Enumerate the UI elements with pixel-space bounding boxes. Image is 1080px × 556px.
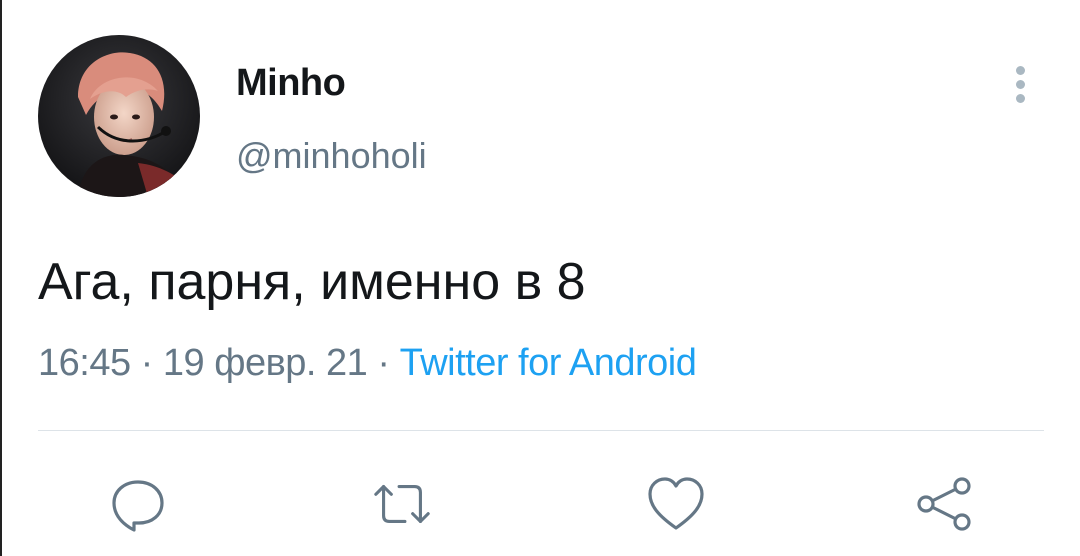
tweet-time: 16:45 — [38, 342, 131, 384]
dot — [1016, 80, 1025, 89]
retweet-icon — [374, 484, 430, 524]
window-edge — [0, 0, 2, 556]
like-icon — [648, 477, 704, 530]
reply-button[interactable] — [106, 472, 170, 536]
tweet-meta: 16:45 · 19 февр. 21 · Twitter for Androi… — [38, 342, 697, 385]
tweet-source-link[interactable]: Twitter for Android — [400, 342, 697, 384]
avatar-image — [38, 35, 200, 197]
meta-separator: · — [130, 342, 163, 384]
like-button[interactable] — [644, 472, 708, 536]
dot — [1016, 94, 1025, 103]
divider — [38, 430, 1044, 431]
dot — [1016, 66, 1025, 75]
share-button[interactable] — [912, 472, 976, 536]
user-handle[interactable]: @minhoholi — [236, 135, 427, 177]
more-options-icon[interactable] — [1004, 62, 1038, 106]
share-icon — [917, 477, 971, 531]
tweet-date: 19 февр. 21 — [162, 342, 368, 384]
retweet-button[interactable] — [370, 472, 434, 536]
avatar[interactable] — [38, 35, 200, 197]
display-name[interactable]: Minho — [236, 62, 346, 105]
reply-icon — [112, 480, 164, 532]
tweet-text: Ага, парня, именно в 8 — [38, 253, 586, 311]
meta-separator: · — [367, 342, 400, 384]
tweet-card: Minho @minhoholi Ага, парня, именно в 8 … — [0, 0, 1080, 556]
